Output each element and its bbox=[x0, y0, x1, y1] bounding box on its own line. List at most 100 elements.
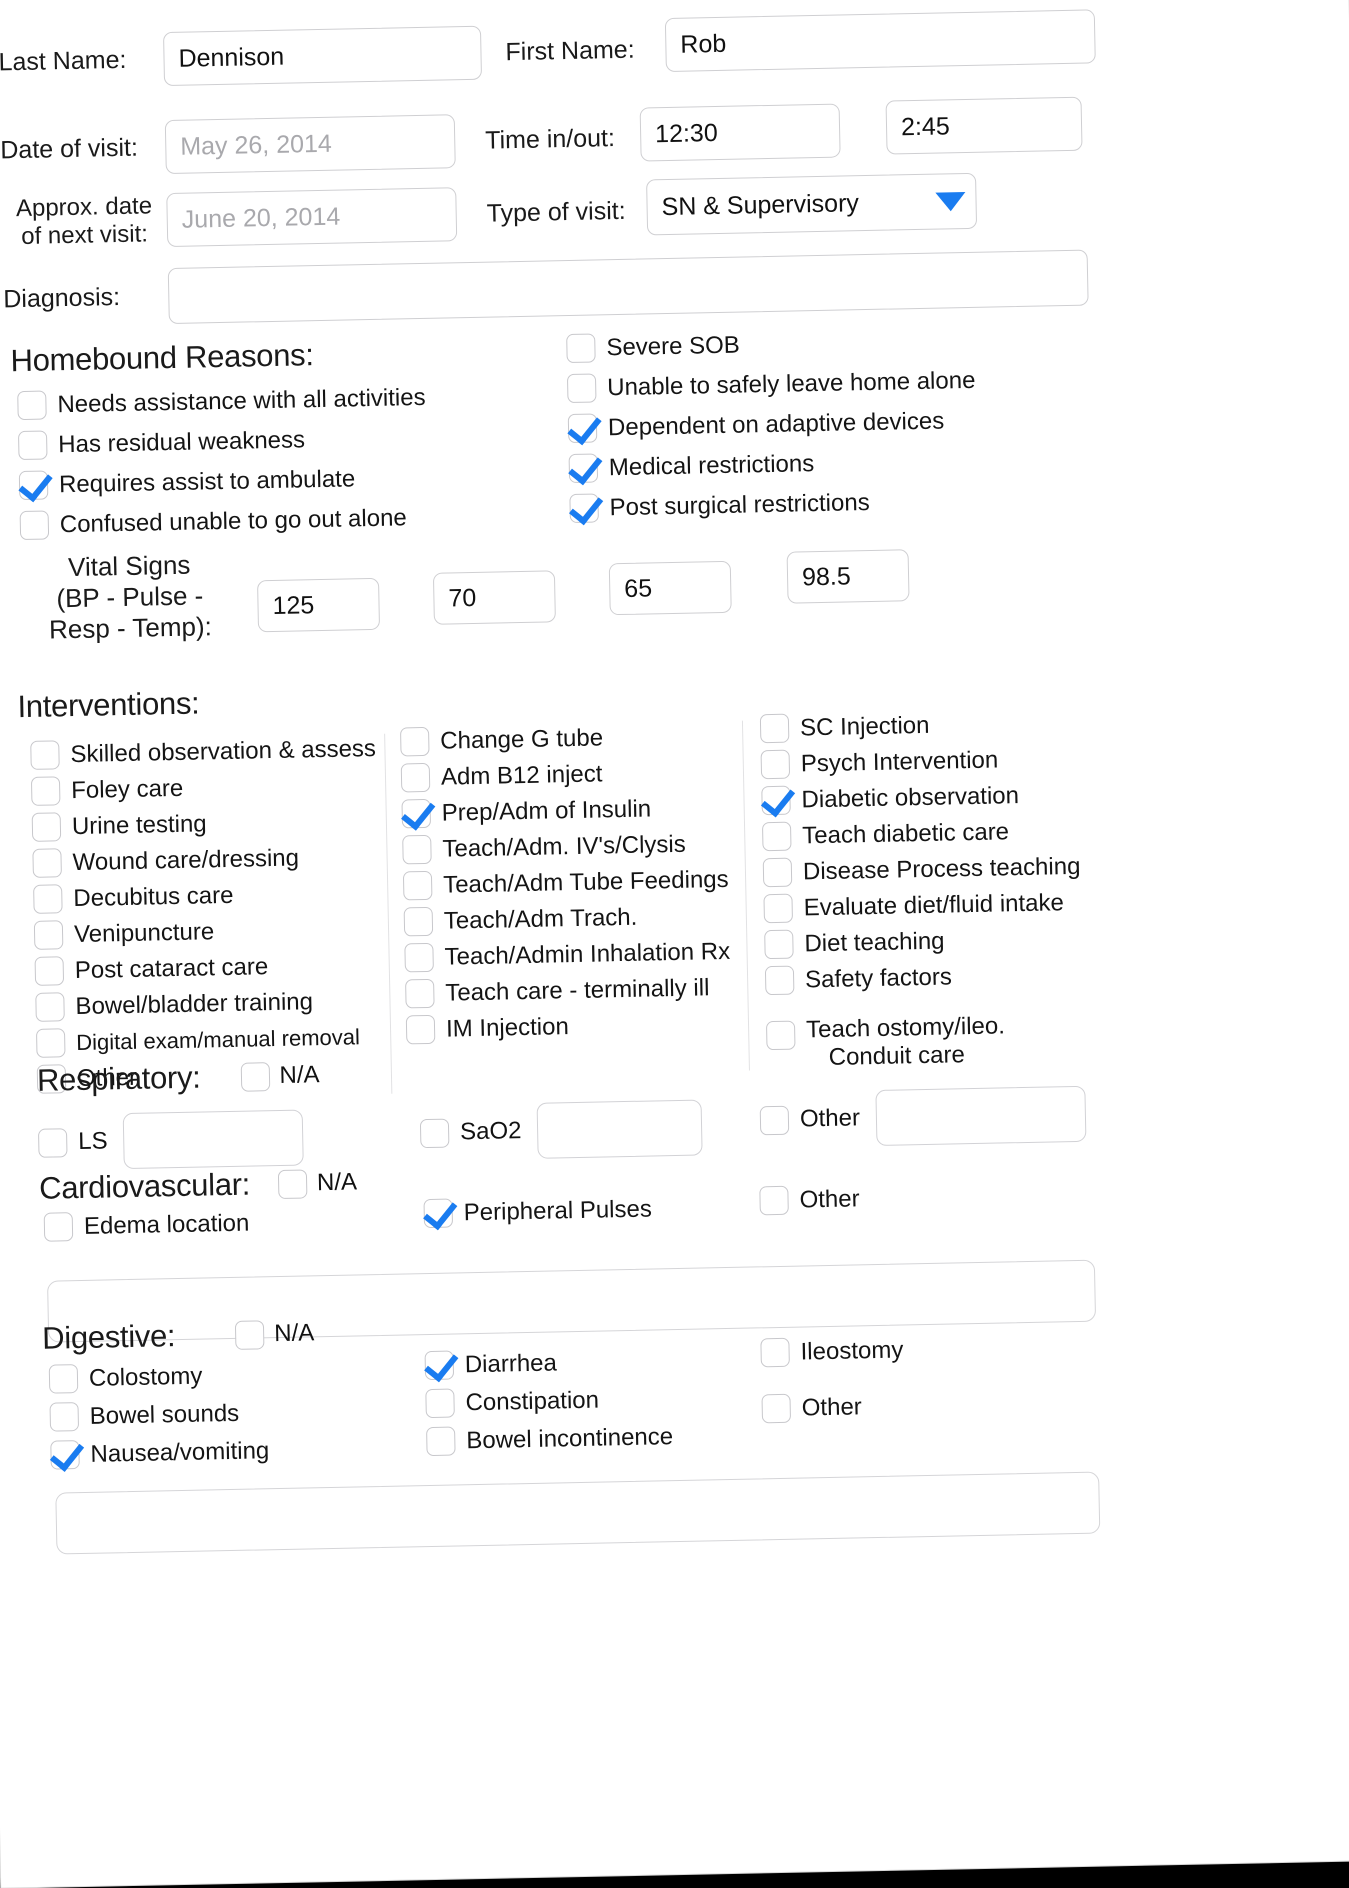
checkbox-respiratory-other[interactable] bbox=[759, 1105, 790, 1135]
checkbox-venipuncture[interactable] bbox=[33, 920, 64, 950]
checkbox-teach-diabetic-care[interactable] bbox=[761, 821, 792, 852]
checkbox-bowel-sounds[interactable] bbox=[49, 1402, 80, 1432]
digestive-item[interactable]: Constipation bbox=[425, 1384, 672, 1419]
intervention-item[interactable]: Bowel/bladder training bbox=[35, 986, 381, 1022]
homebound-item[interactable]: Dependent on adaptive devices bbox=[567, 406, 977, 444]
checkbox-im-injection[interactable] bbox=[405, 1014, 436, 1045]
respiratory-na[interactable]: N/A bbox=[240, 1061, 320, 1092]
checkbox-wound-care-dressing[interactable] bbox=[32, 848, 62, 878]
checkbox-teach-adm-tube-feedings[interactable] bbox=[402, 870, 433, 901]
homebound-item[interactable]: Requires assist to ambulate bbox=[18, 463, 428, 501]
checkbox-teach-ostomy-ileo-conduit[interactable] bbox=[765, 1020, 796, 1051]
intervention-item[interactable]: Post cataract care bbox=[34, 950, 381, 986]
chevron-down-icon[interactable] bbox=[935, 191, 966, 212]
intervention-item[interactable]: Teach/Admin Inhalation Rx bbox=[404, 937, 730, 973]
checkbox-post-surgical-restrictions[interactable] bbox=[569, 493, 599, 524]
intervention-item[interactable]: Teach care - terminally ill bbox=[405, 973, 731, 1009]
checkbox-digestive-na[interactable] bbox=[234, 1319, 265, 1350]
checkbox-skilled-observation[interactable] bbox=[30, 740, 60, 770]
intervention-item[interactable]: Urine testing bbox=[31, 806, 378, 842]
homebound-item[interactable]: Unable to safely leave home alone bbox=[566, 366, 976, 404]
intervention-item[interactable]: IM Injection bbox=[405, 1009, 732, 1045]
intervention-item[interactable]: Venipuncture bbox=[33, 914, 380, 950]
checkbox-teach-admin-inhalation-rx[interactable] bbox=[404, 942, 434, 973]
checkbox-nausea-vomiting[interactable] bbox=[50, 1440, 80, 1470]
time-in-input[interactable]: 12:30 bbox=[639, 103, 841, 162]
digestive-item[interactable]: Ileostomy bbox=[760, 1335, 904, 1368]
date-of-visit-input[interactable]: May 26, 2014 bbox=[164, 114, 456, 175]
checkbox-needs-assistance[interactable] bbox=[17, 390, 47, 421]
checkbox-teach-adm-trach[interactable] bbox=[403, 906, 434, 937]
cardiovascular-pulses-row[interactable]: Peripheral Pulses bbox=[423, 1195, 652, 1229]
checkbox-unable-leave-home-alone[interactable] bbox=[566, 373, 597, 404]
vital-temp-input[interactable]: 98.5 bbox=[786, 549, 910, 604]
digestive-item[interactable]: Bowel sounds bbox=[49, 1398, 268, 1432]
digestive-note-input[interactable] bbox=[55, 1471, 1101, 1555]
checkbox-bowel-bladder-training[interactable] bbox=[35, 992, 65, 1022]
intervention-item[interactable]: Evaluate diet/fluid intake bbox=[763, 888, 1081, 924]
intervention-item[interactable]: Adm B12 inject bbox=[400, 757, 727, 793]
homebound-item[interactable]: Post surgical restrictions bbox=[569, 486, 978, 524]
next-visit-date-input[interactable]: June 20, 2014 bbox=[166, 187, 458, 248]
digestive-item[interactable]: Colostomy bbox=[48, 1360, 268, 1394]
checkbox-constipation[interactable] bbox=[425, 1388, 455, 1419]
checkbox-respiratory-sao2[interactable] bbox=[419, 1118, 450, 1148]
checkbox-dependent-adaptive-devices[interactable] bbox=[567, 413, 598, 444]
digestive-item[interactable]: Other bbox=[761, 1391, 904, 1424]
time-out-input[interactable]: 2:45 bbox=[885, 96, 1083, 155]
checkbox-evaluate-diet-fluid-intake[interactable] bbox=[763, 893, 793, 924]
checkbox-diarrhea[interactable] bbox=[424, 1350, 455, 1381]
last-name-input[interactable]: Dennison bbox=[162, 25, 483, 87]
checkbox-sc-injection[interactable] bbox=[759, 713, 790, 744]
checkbox-urine-testing[interactable] bbox=[31, 812, 62, 842]
homebound-item[interactable]: Confused unable to go out alone bbox=[19, 503, 429, 541]
respiratory-sao2-input[interactable] bbox=[536, 1099, 704, 1159]
checkbox-colostomy[interactable] bbox=[48, 1364, 79, 1394]
checkbox-digestive-other[interactable] bbox=[761, 1393, 792, 1424]
digestive-item[interactable]: Diarrhea bbox=[424, 1346, 672, 1381]
intervention-item[interactable]: Teach/Adm Tube Feedings bbox=[402, 865, 729, 901]
respiratory-other-input[interactable] bbox=[875, 1085, 1087, 1146]
checkbox-psych-intervention[interactable] bbox=[760, 749, 791, 780]
checkbox-ileostomy[interactable] bbox=[760, 1337, 790, 1368]
homebound-item[interactable]: Needs assistance with all activities bbox=[17, 383, 426, 421]
digestive-na[interactable]: N/A bbox=[234, 1319, 315, 1350]
checkbox-adm-b12-inject[interactable] bbox=[400, 762, 431, 793]
vital-bp-diastolic-input[interactable]: 70 bbox=[432, 570, 556, 625]
diagnosis-input[interactable] bbox=[167, 249, 1089, 325]
checkbox-cardiovascular-other[interactable] bbox=[759, 1185, 789, 1216]
checkbox-prep-adm-insulin[interactable] bbox=[401, 798, 432, 829]
checkbox-severe-sob[interactable] bbox=[566, 333, 596, 364]
checkbox-teach-care-terminally-ill[interactable] bbox=[405, 978, 435, 1009]
checkbox-peripheral-pulses[interactable] bbox=[423, 1198, 454, 1229]
checkbox-disease-process-teaching[interactable] bbox=[762, 857, 793, 888]
intervention-item[interactable]: Digital exam/manual removal bbox=[35, 1022, 382, 1058]
checkbox-confused-unable-out[interactable] bbox=[19, 510, 50, 541]
intervention-item[interactable]: Teach diabetic care bbox=[761, 816, 1080, 852]
intervention-item[interactable]: Disease Process teaching bbox=[762, 852, 1081, 888]
checkbox-safety-factors[interactable] bbox=[764, 965, 795, 996]
intervention-item[interactable]: Decubitus care bbox=[33, 878, 379, 914]
homebound-item[interactable]: Has residual weakness bbox=[17, 423, 427, 461]
checkbox-edema-location[interactable] bbox=[43, 1212, 74, 1242]
digestive-item[interactable]: Bowel incontinence bbox=[426, 1422, 673, 1457]
intervention-item[interactable]: Diet teaching bbox=[764, 924, 1082, 960]
checkbox-foley-care[interactable] bbox=[30, 776, 61, 806]
intervention-item[interactable]: Change G tube bbox=[400, 721, 726, 757]
vital-pulse-input[interactable]: 65 bbox=[608, 560, 732, 616]
checkbox-change-g-tube[interactable] bbox=[400, 726, 430, 757]
digestive-item[interactable]: Nausea/vomiting bbox=[50, 1436, 270, 1470]
checkbox-bowel-incontinence[interactable] bbox=[426, 1426, 456, 1457]
intervention-item[interactable]: Wound care/dressing bbox=[32, 842, 378, 878]
cardiovascular-edema-row[interactable]: Edema location bbox=[43, 1209, 250, 1242]
type-of-visit-select[interactable]: SN & Supervisory bbox=[646, 172, 978, 236]
checkbox-decubitus-care[interactable] bbox=[33, 884, 63, 914]
checkbox-requires-assist-ambulate[interactable] bbox=[18, 470, 49, 501]
intervention-item[interactable]: SC Injection bbox=[759, 708, 1078, 744]
checkbox-cardiovascular-na[interactable] bbox=[277, 1168, 308, 1199]
checkbox-teach-adm-iv-clysis[interactable] bbox=[402, 834, 432, 865]
intervention-item[interactable]: Foley care bbox=[30, 770, 377, 806]
intervention-item[interactable]: Prep/Adm of Insulin bbox=[401, 793, 727, 829]
checkbox-residual-weakness[interactable] bbox=[17, 430, 48, 461]
intervention-item[interactable]: Safety factors bbox=[764, 960, 1083, 996]
